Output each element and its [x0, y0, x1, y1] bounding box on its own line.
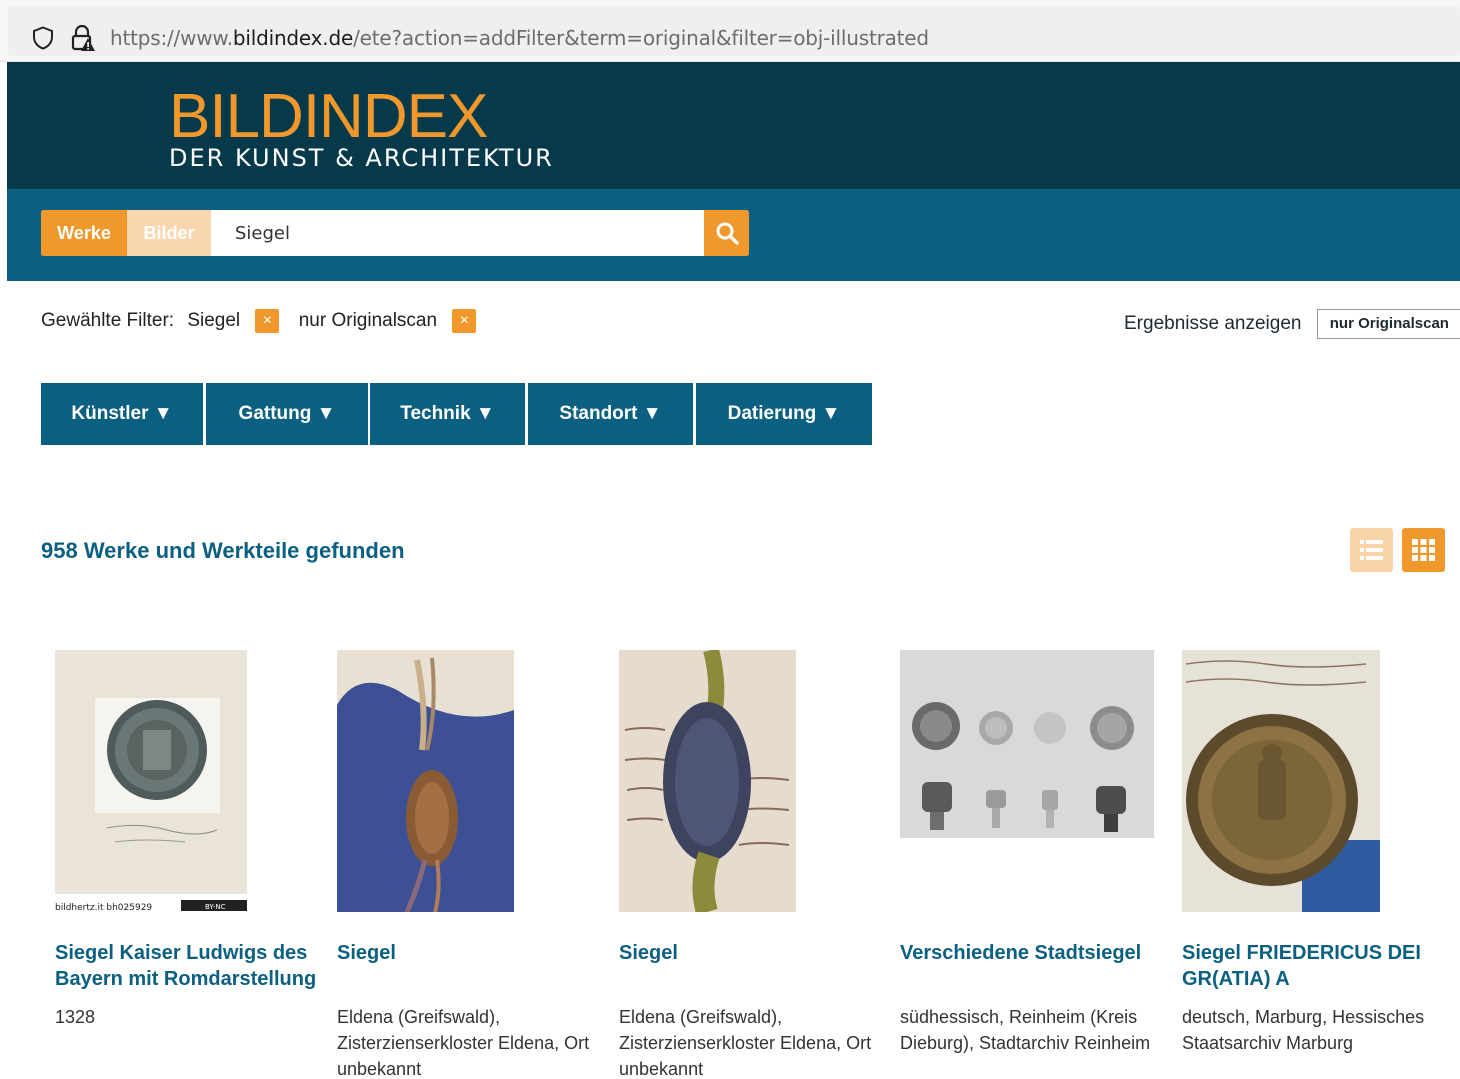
result-thumbnail[interactable]: bildhertz.it bh025929 BY-NC [55, 650, 247, 914]
remove-filter-siegel-button[interactable]: × [255, 309, 280, 333]
result-thumbnail[interactable] [900, 650, 1154, 838]
url-path: /ete?action=addFilter&term=original&filt… [353, 26, 929, 50]
result-meta: Eldena (Greifswald), Zisterzienserkloste… [619, 1007, 872, 1079]
facet-standort-button[interactable]: Standort ▼ [528, 383, 693, 445]
list-view-icon [1360, 540, 1383, 560]
seal-photo-image: bildhertz.it bh025929 BY-NC [55, 650, 247, 914]
grid-view-button[interactable] [1402, 528, 1445, 572]
search-button[interactable] [704, 210, 749, 256]
search-icon [716, 222, 739, 245]
site-logo[interactable]: BILDINDEX DER KUNST & ARCHITEKTUR [169, 82, 554, 173]
browser-url-bar: https://www.bildindex.de/ete?action=addF… [0, 0, 1460, 62]
search-band: Werke Bilder [7, 189, 1460, 281]
filters-label: Gewählte Filter: [41, 310, 175, 331]
filter-chip-label: Siegel [187, 310, 241, 331]
grid-view-icon [1412, 539, 1435, 561]
result-meta: südhessisch, Reinheim (Kreis Dieburg), S… [900, 1007, 1151, 1053]
lock-warning-icon[interactable] [70, 24, 96, 52]
result-thumbnail[interactable] [337, 650, 514, 912]
facet-kuenstler-button[interactable]: Künstler ▼ [41, 383, 203, 445]
url-text[interactable]: https://www.bildindex.de/ete?action=addF… [110, 26, 929, 50]
result-meta: Eldena (Greifswald), Zisterzienserkloste… [337, 1007, 590, 1079]
logo-main: BILDINDEX [169, 82, 488, 151]
result-count: 958 Werke und Werkteile gefunden [41, 538, 405, 563]
result-title-link[interactable]: Siegel FRIEDERICUS DEI GR(ATIA) A [1182, 940, 1444, 992]
seal-photo-image [900, 650, 1154, 838]
search-box: Werke Bilder [41, 210, 749, 256]
result-meta: 1328 [55, 1007, 96, 1027]
site-header: BILDINDEX DER KUNST & ARCHITEKTUR [7, 62, 1460, 189]
result-title-link[interactable]: Siegel [337, 940, 599, 966]
seal-photo-image [619, 650, 796, 912]
result-thumbnail[interactable] [1182, 650, 1380, 912]
result-meta: deutsch, Marburg, Hessisches Staatsarchi… [1182, 1007, 1425, 1053]
remove-filter-originalscan-button[interactable]: × [452, 309, 477, 333]
list-view-button[interactable] [1350, 528, 1393, 572]
tab-werke[interactable]: Werke [41, 210, 127, 256]
address-field[interactable]: https://www.bildindex.de/ete?action=addF… [8, 6, 1460, 56]
result-title-link[interactable]: Verschiedene Stadtsiegel [900, 940, 1162, 966]
license-badge: BY-NC [205, 903, 226, 911]
shield-icon[interactable] [32, 26, 54, 50]
result-thumbnail[interactable] [619, 650, 796, 912]
results-display-select[interactable]: nur Originalscan ▼ [1316, 309, 1460, 339]
results-display-control: Ergebnisse anzeigen nur Originalscan ▼ [1124, 309, 1460, 339]
search-input[interactable] [211, 210, 703, 256]
facet-gattung-button[interactable]: Gattung ▼ [206, 383, 368, 445]
results-display-label: Ergebnisse anzeigen [1124, 313, 1302, 334]
url-host: bildindex.de [232, 26, 354, 50]
selected-filters: Gewählte Filter: Siegel × nur Originalsc… [41, 309, 490, 339]
result-title-link[interactable]: Siegel Kaiser Ludwigs des Bayern mit Rom… [55, 940, 317, 992]
logo-sub: DER KUNST & ARCHITEKTUR [169, 144, 554, 172]
facet-datierung-button[interactable]: Datierung ▼ [696, 383, 872, 445]
seal-photo-image [1182, 650, 1380, 912]
result-title-link[interactable]: Siegel [619, 940, 881, 966]
filter-chip-label: nur Originalscan [298, 310, 438, 331]
results-display-value: nur Originalscan [1329, 315, 1449, 332]
tab-bilder[interactable]: Bilder [127, 210, 211, 256]
url-prefix: https://www. [110, 26, 233, 50]
facet-technik-button[interactable]: Technik ▼ [370, 383, 525, 445]
thumbnail-caption: bildhertz.it bh025929 [55, 903, 152, 913]
seal-photo-image [337, 650, 514, 912]
